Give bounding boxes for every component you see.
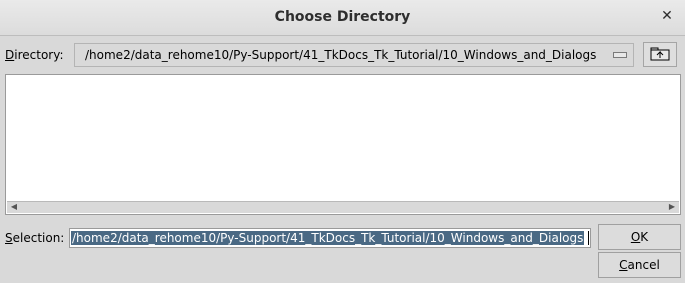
folder-up-icon xyxy=(650,47,670,61)
selection-label: Selection: xyxy=(5,231,64,245)
title-bar: Choose Directory ✕ xyxy=(0,0,685,36)
directory-label-mnemonic: D xyxy=(5,48,15,62)
directory-path: /home2/data_rehome10/Py-Support/41_TkDoc… xyxy=(85,48,597,62)
cancel-button[interactable]: Cancel xyxy=(598,252,681,278)
arrow-right-icon[interactable]: ▶ xyxy=(666,202,678,212)
ok-label: K xyxy=(640,230,649,244)
cancel-label: ancel xyxy=(627,258,660,272)
cancel-mnemonic: C xyxy=(619,258,628,272)
text-cursor xyxy=(588,231,589,245)
close-icon[interactable]: ✕ xyxy=(659,8,675,26)
dropdown-indicator-icon xyxy=(613,52,627,58)
selection-label-mnemonic: S xyxy=(5,231,13,245)
directory-listbox[interactable]: ◀ ▶ xyxy=(5,74,681,215)
window-title: Choose Directory xyxy=(274,9,411,25)
selection-value: /home2/data_rehome10/Py-Support/41_TkDoc… xyxy=(71,231,585,245)
directory-label-text: irectory: xyxy=(14,48,64,62)
selection-label-text: election: xyxy=(12,231,65,245)
parent-directory-button[interactable] xyxy=(643,42,677,67)
arrow-left-icon[interactable]: ◀ xyxy=(8,202,20,212)
horizontal-scrollbar[interactable]: ◀ ▶ xyxy=(7,201,679,213)
ok-button[interactable]: OK xyxy=(598,224,681,250)
ok-mnemonic: O xyxy=(630,230,641,244)
selection-input[interactable]: /home2/data_rehome10/Py-Support/41_TkDoc… xyxy=(69,228,591,248)
directory-label: Directory: xyxy=(5,48,64,62)
directory-dropdown[interactable]: /home2/data_rehome10/Py-Support/41_TkDoc… xyxy=(74,43,634,67)
